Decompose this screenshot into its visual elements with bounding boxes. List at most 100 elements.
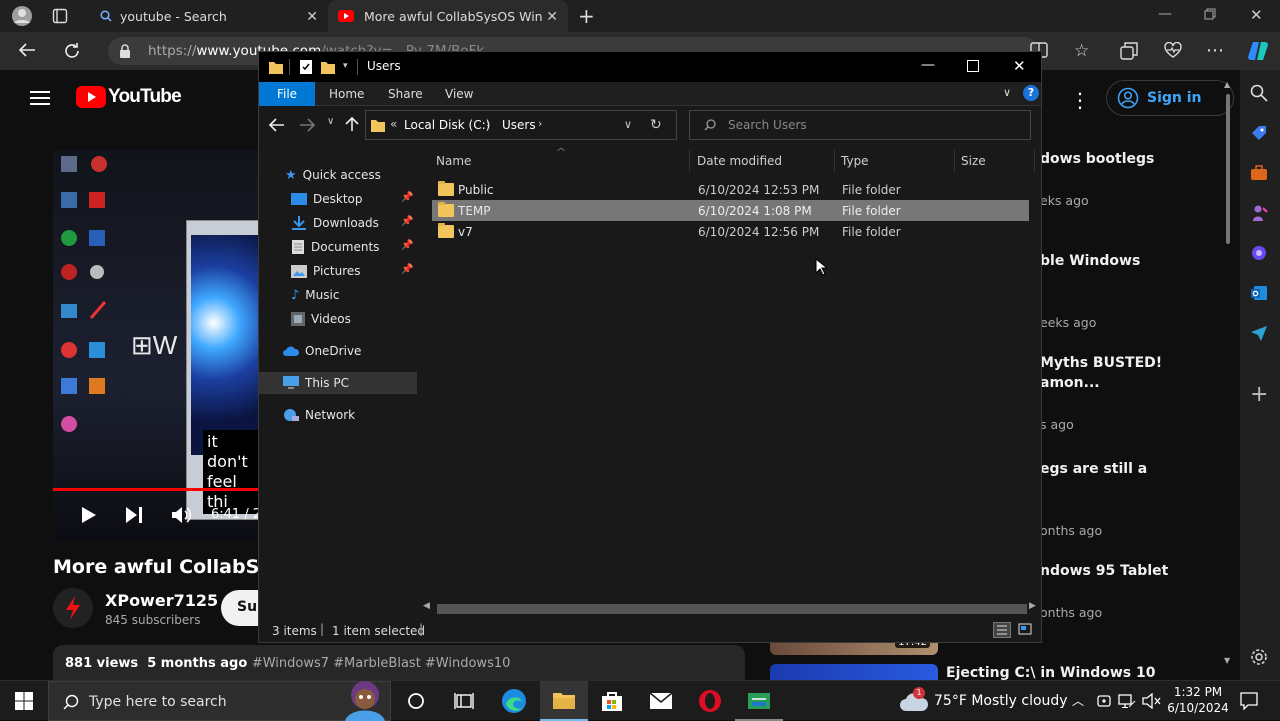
pin-icon[interactable]: 📌 xyxy=(401,192,413,203)
sidebar-search-icon[interactable] xyxy=(1250,84,1268,102)
recent-locations-icon[interactable]: ∨ xyxy=(327,116,334,127)
refresh-icon[interactable] xyxy=(63,42,81,60)
file-explorer-taskbar-icon[interactable] xyxy=(540,681,588,721)
subscribe-button[interactable]: Sub xyxy=(221,590,261,626)
tab-close-icon[interactable]: ✕ xyxy=(306,9,318,25)
store-icon[interactable] xyxy=(588,681,636,721)
recommendation-title-line2[interactable]: amon... xyxy=(1040,375,1100,391)
large-icons-view-icon[interactable] xyxy=(1017,622,1035,638)
youtube-more-icon[interactable]: ⋮ xyxy=(1070,88,1090,112)
up-arrow-icon[interactable] xyxy=(345,116,359,132)
start-button[interactable] xyxy=(0,681,48,721)
scroll-left-icon[interactable]: ◀ xyxy=(423,601,430,611)
column-header-date[interactable]: Date modified xyxy=(697,154,782,168)
breadcrumb-drive[interactable]: Local Disk (C:) xyxy=(404,118,490,132)
nav-item-pictures[interactable]: Pictures 📌 xyxy=(259,260,417,282)
copilot-icon[interactable] xyxy=(1247,40,1269,62)
recommendation-title[interactable]: dows bootlegs xyxy=(1040,151,1154,167)
nav-item-quick-access[interactable]: ★ Quick access xyxy=(259,164,417,186)
recommendation-title[interactable]: ble Windows xyxy=(1040,253,1140,269)
nav-item-videos[interactable]: Videos xyxy=(259,308,417,330)
chevron-right-icon[interactable]: › xyxy=(486,117,490,130)
back-arrow-icon[interactable] xyxy=(269,118,285,132)
recommendation-thumbnail[interactable] xyxy=(770,664,938,680)
ribbon-tab-share[interactable]: Share xyxy=(388,87,423,101)
close-window-icon[interactable]: ✕ xyxy=(1250,6,1263,24)
next-icon[interactable] xyxy=(125,506,143,524)
column-header-size[interactable]: Size xyxy=(961,154,986,168)
sidebar-outlook-icon[interactable] xyxy=(1250,284,1268,302)
profile-avatar-icon[interactable] xyxy=(10,5,34,27)
description-box[interactable]: 881 views 5 months ago #Windows7 #Marble… xyxy=(53,645,745,680)
pin-icon[interactable]: 📌 xyxy=(401,264,413,275)
sidebar-shopping-icon[interactable] xyxy=(1250,124,1268,142)
nav-item-documents[interactable]: Documents 📌 xyxy=(259,236,417,258)
hamburger-menu-icon[interactable] xyxy=(30,90,50,106)
restore-icon[interactable] xyxy=(1204,8,1216,20)
help-icon[interactable]: ? xyxy=(1023,85,1039,101)
task-view-icon[interactable] xyxy=(440,681,488,721)
file-row-temp-selected[interactable]: TEMP 6/10/2024 1:08 PM File folder xyxy=(432,200,1029,221)
taskbar-clock[interactable]: 1:32 PM 6/10/2024 xyxy=(1160,684,1236,716)
youtube-logo[interactable]: YouTube xyxy=(76,86,182,108)
mail-icon[interactable] xyxy=(637,681,685,721)
file-row-public[interactable]: Public 6/10/2024 12:53 PM File folder xyxy=(432,179,1029,200)
pin-icon[interactable]: 📌 xyxy=(401,240,413,251)
sidebar-tools-icon[interactable] xyxy=(1250,164,1268,182)
explorer-title-bar[interactable]: ▾ Users — ✕ xyxy=(259,52,1041,82)
scrollbar-thumb[interactable] xyxy=(1226,94,1230,244)
scrollbar-thumb[interactable] xyxy=(437,604,1027,614)
chevron-right-icon[interactable]: › xyxy=(538,117,542,130)
new-tab-icon[interactable]: + xyxy=(578,4,595,28)
nav-item-this-pc[interactable]: This PC xyxy=(259,372,417,394)
video-progress-track[interactable] xyxy=(53,488,258,491)
browser-essentials-icon[interactable] xyxy=(1164,42,1182,58)
recommendation-title[interactable]: Ejecting C:\ in Windows 10 xyxy=(946,665,1155,681)
sidebar-add-icon[interactable]: + xyxy=(1250,382,1268,407)
file-row-v7[interactable]: v7 6/10/2024 12:56 PM File folder xyxy=(432,221,1029,242)
file-explorer-window[interactable]: ▾ Users — ✕ File Home Share View ∨ ? ∨ «… xyxy=(258,51,1042,643)
recommendation-title[interactable]: egs are still a xyxy=(1040,461,1147,477)
breadcrumb-overflow[interactable]: « xyxy=(390,117,397,131)
video-player[interactable]: ⊞W it don't feel thi 6:41 / 2 xyxy=(53,150,258,540)
show-hidden-icons-chevron-icon[interactable]: ︿ xyxy=(1072,692,1084,709)
nav-item-network[interactable]: Network xyxy=(259,404,417,426)
volume-icon[interactable] xyxy=(171,506,193,524)
weather-text[interactable]: 75°F Mostly cloudy xyxy=(934,693,1068,709)
app-taskbar-icon[interactable] xyxy=(735,681,783,721)
scroll-right-icon[interactable]: ▶ xyxy=(1029,601,1036,611)
tab-close-icon[interactable]: ✕ xyxy=(546,9,558,25)
channel-avatar[interactable] xyxy=(53,588,93,628)
back-arrow-icon[interactable] xyxy=(18,42,36,58)
search-box[interactable]: Search Users xyxy=(689,110,1031,140)
nav-item-music[interactable]: ♪ Music xyxy=(259,284,417,306)
refresh-icon[interactable]: ↻ xyxy=(650,117,662,133)
recommendation-title[interactable]: Myths BUSTED! xyxy=(1040,355,1162,371)
sign-in-button[interactable]: Sign in xyxy=(1106,80,1234,116)
pin-icon[interactable]: 📌 xyxy=(401,216,413,227)
sidebar-copilot-icon[interactable] xyxy=(1250,244,1268,262)
new-folder-icon[interactable] xyxy=(321,60,335,74)
more-menu-icon[interactable]: ⋯ xyxy=(1206,40,1224,61)
sidebar-games-icon[interactable] xyxy=(1250,204,1268,222)
minimize-icon[interactable]: — xyxy=(1158,6,1172,22)
address-dropdown-icon[interactable]: ∨ xyxy=(624,118,632,131)
sidebar-settings-icon[interactable] xyxy=(1250,648,1268,666)
tab-actions-icon[interactable] xyxy=(52,8,68,24)
address-bar[interactable]: « Local Disk (C:) › Users › ∨ ↻ xyxy=(365,110,677,140)
volume-muted-icon[interactable] xyxy=(1142,693,1162,709)
ribbon-tab-home[interactable]: Home xyxy=(329,87,364,101)
hashtags[interactable]: #Windows7 #MarbleBlast #Windows10 xyxy=(252,656,511,671)
tab-video[interactable]: More awful CollabSysOS Windo ✕ xyxy=(328,0,568,32)
expand-ribbon-icon[interactable]: ∨ xyxy=(1003,86,1011,99)
cortana-icon[interactable] xyxy=(392,681,440,721)
details-view-icon[interactable] xyxy=(993,622,1011,638)
column-header-type[interactable]: Type xyxy=(841,154,869,168)
page-scrollbar[interactable]: ▲ ▼ xyxy=(1224,80,1232,670)
opera-icon[interactable] xyxy=(686,681,734,721)
notifications-icon[interactable] xyxy=(1240,692,1258,710)
taskbar-search-box[interactable]: Type here to search xyxy=(48,681,391,721)
maximize-icon[interactable] xyxy=(967,60,979,72)
column-header-name[interactable]: Name xyxy=(436,154,471,168)
edge-icon[interactable] xyxy=(490,681,538,721)
